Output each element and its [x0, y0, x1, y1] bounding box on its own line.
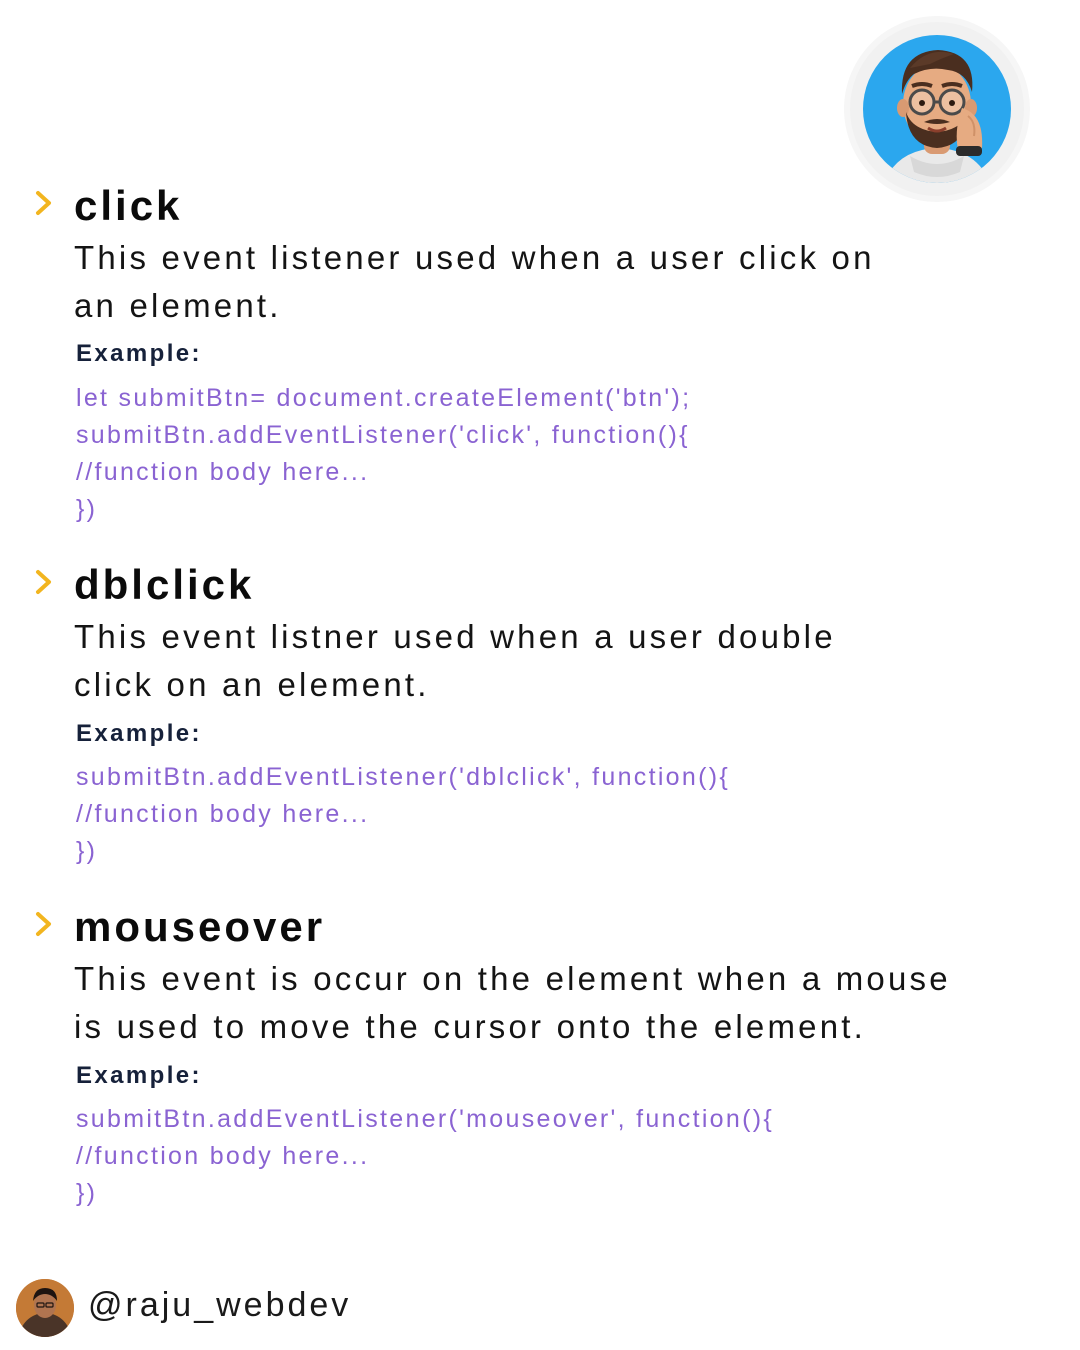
author-handle[interactable]: @raju_webdev [88, 1288, 351, 1322]
code-line: let submitBtn= document.createElement('b… [76, 384, 692, 412]
code-line: }) [76, 1179, 98, 1207]
chevron-right-icon [36, 570, 51, 594]
section-title: click [74, 182, 183, 229]
section-description: This event listner used when a user doub… [74, 613, 1064, 709]
example-label: Example: [76, 1062, 202, 1089]
code-line: //function body here... [76, 1142, 370, 1170]
example-label: Example: [76, 720, 202, 747]
section-description: This event is occur on the element when … [74, 955, 1064, 1051]
code-block: submitBtn.addEventListener('dblclick', f… [76, 759, 730, 870]
description-line: is used to move the cursor onto the elem… [74, 1008, 866, 1045]
description-line: This event is occur on the element when … [74, 960, 951, 997]
code-block: let submitBtn= document.createElement('b… [76, 380, 691, 528]
code-line: }) [76, 495, 98, 523]
description-line: This event listner used when a user doub… [74, 618, 836, 655]
description-line: an element. [74, 287, 282, 324]
code-line: //function body here... [76, 458, 370, 486]
code-line: submitBtn.addEventListener('mouseover', … [76, 1105, 774, 1133]
memoji-avatar [850, 22, 1024, 196]
example-label: Example: [76, 340, 202, 367]
code-line: }) [76, 837, 98, 865]
code-line: submitBtn.addEventListener('click', func… [76, 421, 690, 449]
section-description: This event listener used when a user cli… [74, 234, 1064, 330]
section-title: dblclick [74, 561, 255, 608]
description-line: click on an element. [74, 666, 430, 703]
description-line: This event listener used when a user cli… [74, 239, 875, 276]
section-title: mouseover [74, 903, 326, 950]
code-line: //function body here... [76, 800, 370, 828]
profile-avatar[interactable] [16, 1279, 74, 1337]
chevron-right-icon [36, 912, 51, 936]
chevron-right-icon [36, 191, 51, 215]
code-line: submitBtn.addEventListener('dblclick', f… [76, 763, 730, 791]
code-block: submitBtn.addEventListener('mouseover', … [76, 1101, 774, 1212]
